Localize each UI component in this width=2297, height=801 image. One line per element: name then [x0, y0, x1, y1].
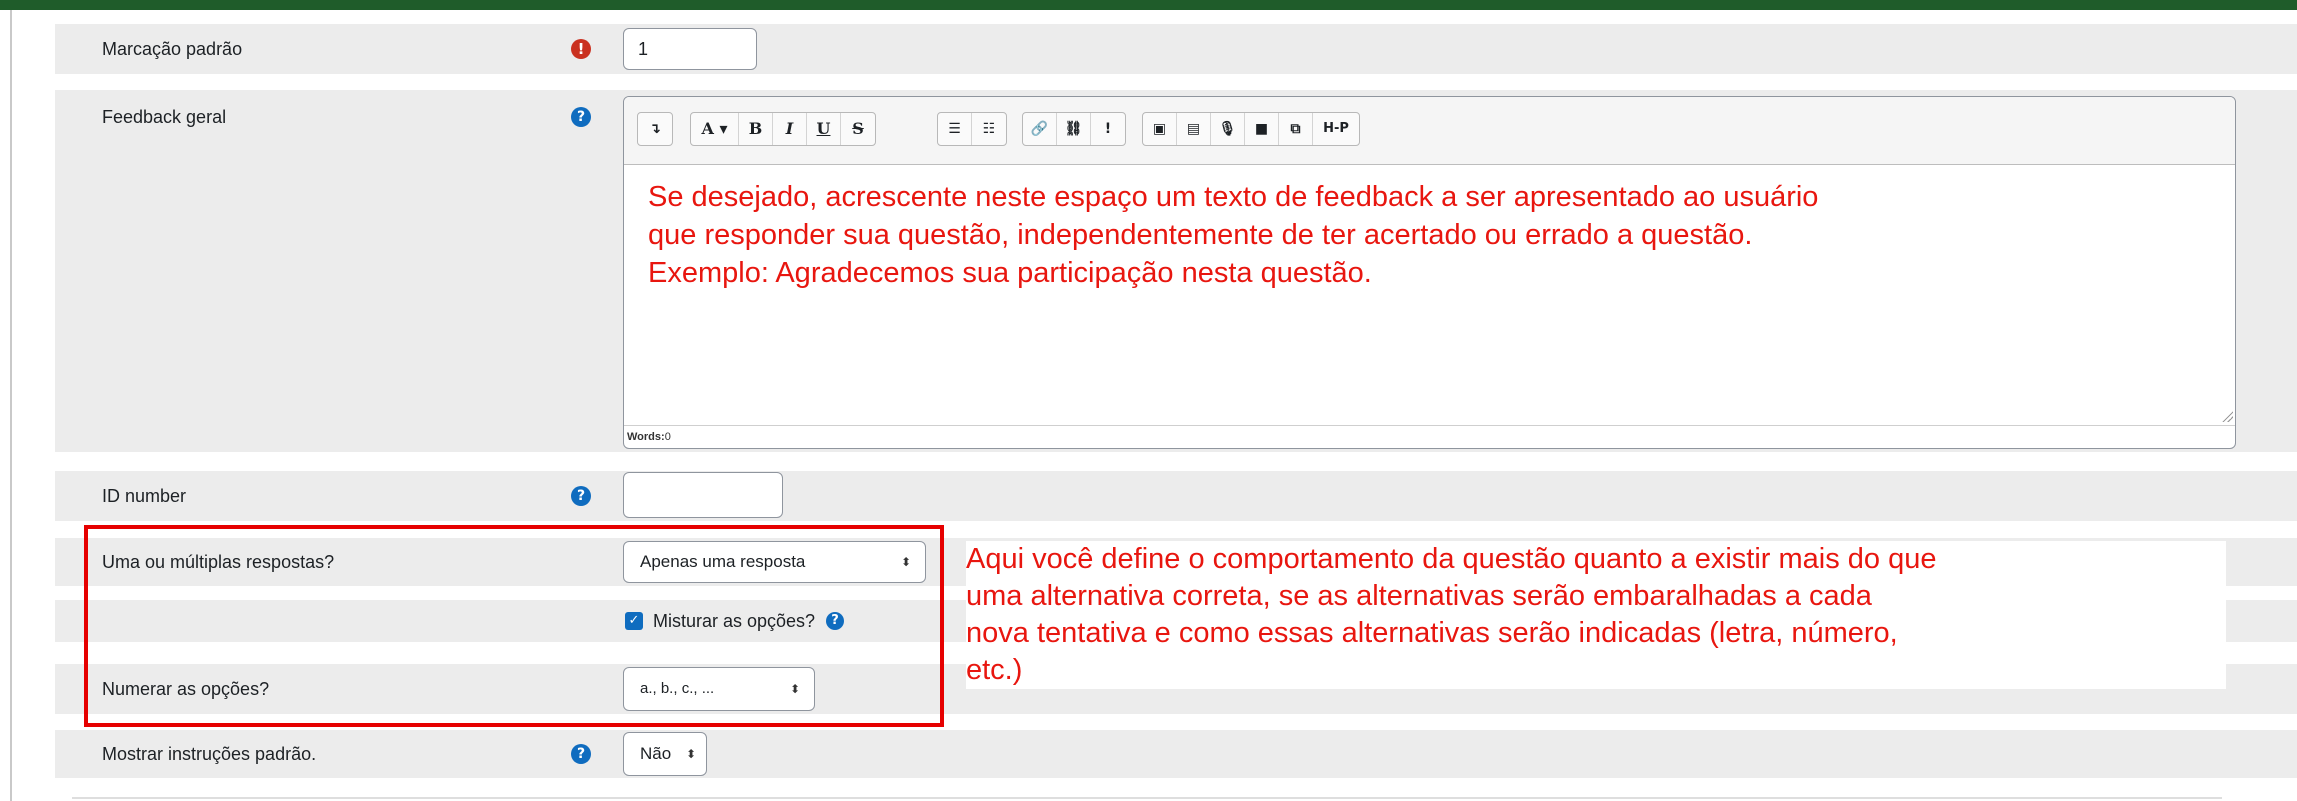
toolbar-group-media: ▣ ▤ 🎙 ■ ⧉ H-P: [1142, 112, 1360, 146]
editor-text-line: Se desejado, acrescente neste espaço um …: [648, 181, 1819, 213]
show-instructions-label: Mostrar instruções padrão.: [102, 744, 317, 764]
unlink-icon[interactable]: ⛓: [1057, 113, 1091, 145]
form-row-show-instructions: Mostrar instruções padrão. ? Não ⬍: [55, 730, 2297, 778]
feedback-editor[interactable]: ↴ A ▾ B I U S ☰ ☷ 🔗 ⛓ ! ▣ ▤ 🎙 ■ ⧉ H-P Se…: [623, 96, 2236, 449]
annotation-text: Aqui você define o comportamento da ques…: [966, 541, 2226, 689]
h5p-icon[interactable]: H-P: [1313, 113, 1359, 145]
underline-icon[interactable]: U: [807, 113, 841, 145]
ordered-list-icon[interactable]: ☷: [972, 113, 1006, 145]
image-icon[interactable]: ▣: [1143, 113, 1177, 145]
select-arrows-icon: ⬍: [685, 747, 696, 761]
page-header-bar: [0, 0, 2297, 10]
media-icon[interactable]: ▤: [1177, 113, 1211, 145]
unordered-list-icon[interactable]: ☰: [938, 113, 972, 145]
emoji-icon[interactable]: !: [1091, 113, 1125, 145]
help-icon[interactable]: ?: [571, 107, 591, 127]
general-feedback-label: Feedback geral: [102, 107, 227, 127]
font-style-dropdown-icon[interactable]: A ▾: [691, 113, 739, 145]
resize-handle-icon[interactable]: [2221, 410, 2233, 422]
show-instructions-select[interactable]: Não ⬍: [623, 732, 707, 776]
editor-text-line: Exemplo: Agradecemos sua participação ne…: [648, 257, 1372, 289]
required-icon: !: [571, 39, 591, 59]
annotation-line: Aqui você define o comportamento da ques…: [966, 543, 1937, 575]
help-icon[interactable]: ?: [571, 486, 591, 506]
editor-content[interactable]: Se desejado, acrescente neste espaço um …: [624, 166, 2235, 425]
word-count-value: 0: [664, 431, 671, 443]
italic-icon[interactable]: I: [773, 113, 807, 145]
form-row-default-mark: Marcação padrão ! 1: [55, 24, 2297, 74]
word-count-label: Words:: [627, 431, 665, 443]
section-divider: [72, 797, 2222, 799]
id-number-label: ID number: [102, 486, 187, 506]
collapse-icon[interactable]: ↴: [638, 113, 672, 145]
id-number-input[interactable]: [623, 472, 783, 518]
show-instructions-value: Não: [640, 744, 672, 763]
toolbar-group-links: 🔗 ⛓ !: [1022, 112, 1126, 146]
word-count: Words:0: [624, 425, 2235, 448]
help-icon[interactable]: ?: [571, 744, 591, 764]
annotation-line: uma alternativa correta, se as alternati…: [966, 580, 1872, 612]
record-audio-icon[interactable]: 🎙: [1211, 113, 1245, 145]
annotation-line: nova tentativa e como essas alternativas…: [966, 617, 1898, 649]
content-left-border: [10, 10, 12, 801]
record-video-icon[interactable]: ■: [1245, 113, 1279, 145]
manage-files-icon[interactable]: ⧉: [1279, 113, 1313, 145]
toolbar-group-lists: ☰ ☷: [937, 112, 1007, 146]
toolbar-group-collapse: ↴: [637, 112, 673, 146]
toolbar-group-format: A ▾ B I U S: [690, 112, 876, 146]
default-mark-label: Marcação padrão: [102, 39, 243, 59]
editor-text-line: que responder sua questão, independentem…: [648, 219, 1753, 251]
annotation-line: etc.): [966, 654, 1023, 686]
link-icon[interactable]: 🔗: [1023, 113, 1057, 145]
default-mark-input[interactable]: 1: [623, 28, 757, 70]
form-row-id-number: ID number ?: [55, 471, 2297, 521]
annotation-highlight-box: [84, 525, 944, 727]
strikethrough-icon[interactable]: S: [841, 113, 875, 145]
bold-icon[interactable]: B: [739, 113, 773, 145]
editor-toolbar: ↴ A ▾ B I U S ☰ ☷ 🔗 ⛓ ! ▣ ▤ 🎙 ■ ⧉ H-P: [624, 97, 2235, 165]
